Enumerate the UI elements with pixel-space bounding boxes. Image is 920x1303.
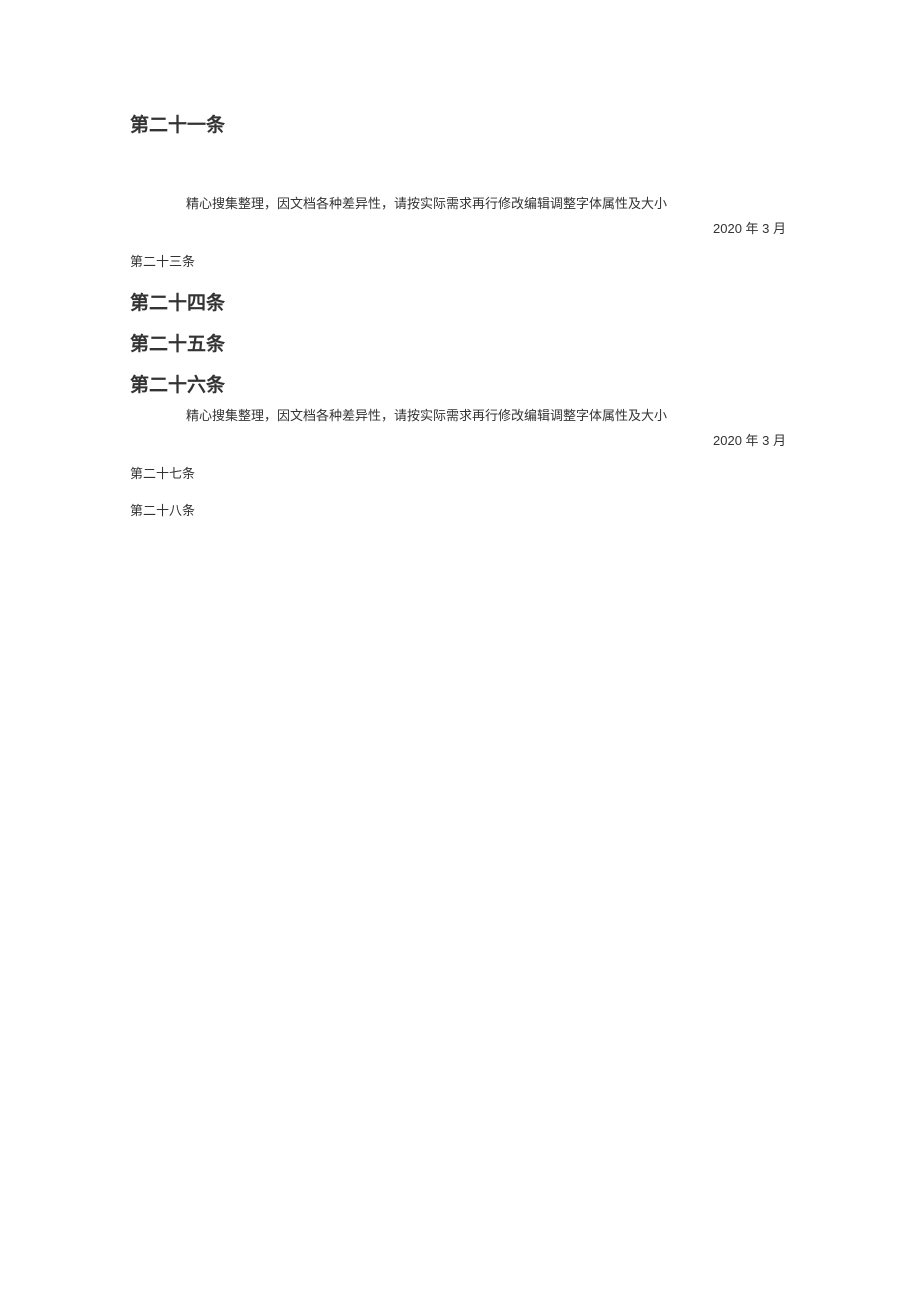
editor-note-2: 精心搜集整理，因文档各种差异性，请按实际需求再行修改编辑调整字体属性及大小 bbox=[130, 405, 790, 424]
editor-note-1: 精心搜集整理，因文档各种差异性，请按实际需求再行修改编辑调整字体属性及大小 bbox=[130, 193, 790, 212]
article-25-heading: 第二十五条 bbox=[130, 329, 790, 356]
date-1: 2020 年 3 月 bbox=[130, 218, 790, 237]
date-2: 2020 年 3 月 bbox=[130, 430, 790, 449]
article-21-heading: 第二十一条 bbox=[130, 110, 790, 137]
article-23-heading: 第二十三条 bbox=[130, 251, 790, 270]
article-27-heading: 第二十七条 bbox=[130, 463, 790, 482]
document-content: 第二十一条 精心搜集整理，因文档各种差异性，请按实际需求再行修改编辑调整字体属性… bbox=[0, 0, 920, 519]
article-28-heading: 第二十八条 bbox=[130, 500, 790, 519]
article-26-heading: 第二十六条 bbox=[130, 370, 790, 397]
article-24-heading: 第二十四条 bbox=[130, 288, 790, 315]
